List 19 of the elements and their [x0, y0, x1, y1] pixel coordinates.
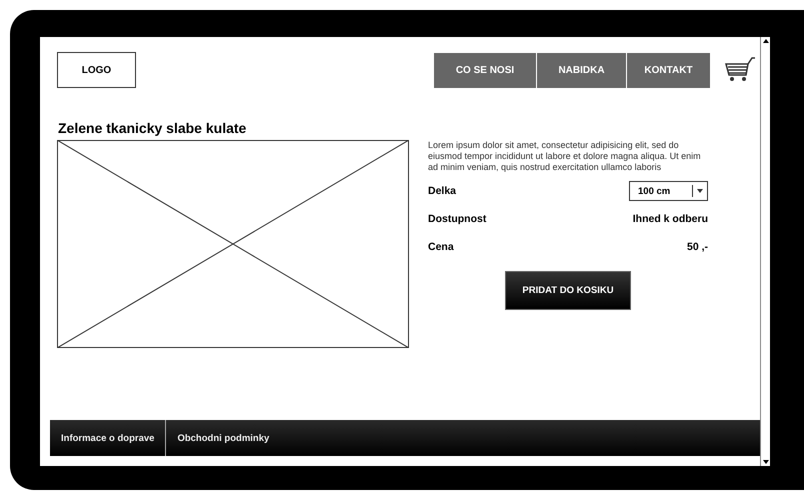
- product-description: Lorem ipsum dolor sit amet, consectetur adipisicing elit, sed do eiusmod tempor incididunt ut labore et dolore magna aliqua. Ut enim ad minim veniam, quis nostrud exercitation ullamco laboris: [428, 140, 702, 173]
- scroll-down-icon[interactable]: [762, 458, 770, 466]
- attribute-label: Dostupnost: [428, 213, 486, 225]
- attribute-label: Cena: [428, 241, 454, 253]
- product-title: Zelene tkanicky slabe kulate: [58, 120, 248, 136]
- nav-button[interactable]: NABIDKA: [537, 52, 626, 88]
- scrollbar[interactable]: [760, 37, 770, 466]
- attribute-value: Ihned k odberu: [632, 213, 708, 225]
- footer-link[interactable]: Informace o doprave: [50, 420, 166, 456]
- length-select[interactable]: 100 cm: [629, 181, 708, 201]
- scroll-up-icon[interactable]: [762, 37, 770, 45]
- footer-link[interactable]: Obchodni podminky: [166, 420, 280, 456]
- attribute-label: Delka: [428, 185, 456, 197]
- nav-button[interactable]: CO SE NOSI: [434, 52, 536, 88]
- attribute-value: 50 ,-: [686, 241, 708, 253]
- cart-icon[interactable]: [724, 56, 756, 84]
- logo[interactable]: LOGO: [57, 52, 136, 88]
- nav-button[interactable]: KONTAKT: [627, 52, 710, 88]
- add-to-cart-button[interactable]: PRIDAT DO KOSIKU: [505, 271, 631, 310]
